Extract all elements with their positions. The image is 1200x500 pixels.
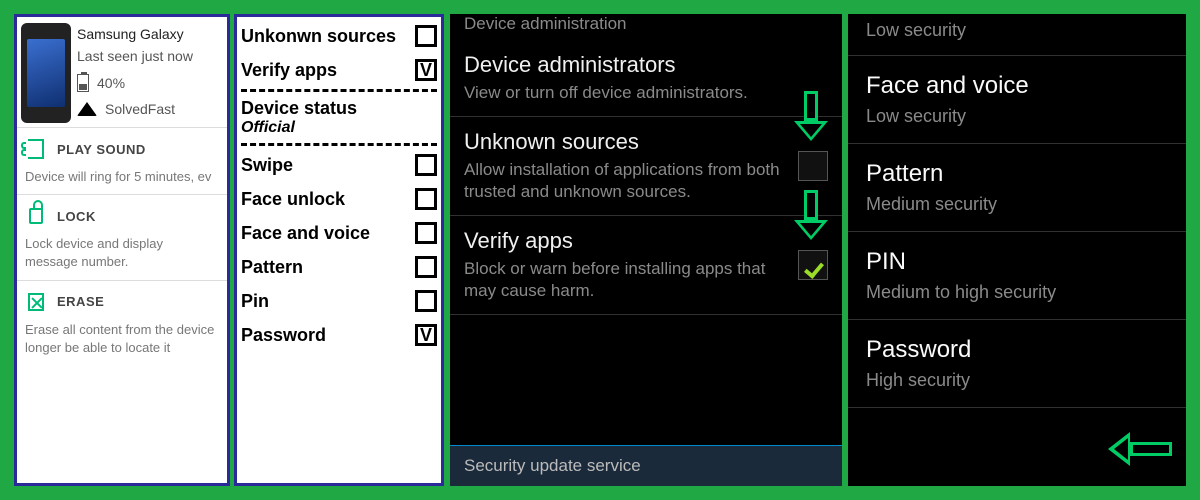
- option-row[interactable]: Swipe: [241, 148, 437, 182]
- wifi-icon: [77, 102, 97, 116]
- checkbox[interactable]: [415, 222, 437, 244]
- device-name: Samsung Galaxy: [77, 23, 193, 45]
- checkbox[interactable]: V: [415, 59, 437, 81]
- settings-item-title: Device administrators: [464, 52, 828, 78]
- option-label: Face unlock: [241, 189, 345, 210]
- wifi-name: SolvedFast: [105, 98, 175, 120]
- security-update-header[interactable]: Security update service: [450, 445, 842, 486]
- security-settings-panel: Device administration Device administrat…: [448, 14, 844, 486]
- play-sound-title: PLAY SOUND: [57, 142, 146, 157]
- section-header-truncated: Device administration: [450, 14, 842, 40]
- checkbox[interactable]: [415, 188, 437, 210]
- settings-item[interactable]: Unknown sources Allow installation of app…: [450, 117, 842, 216]
- option-label: Password: [241, 325, 326, 346]
- lock-option-subtitle: Medium to high security: [866, 282, 1168, 303]
- play-sound-icon: [28, 139, 44, 159]
- checkbox[interactable]: V: [415, 324, 437, 346]
- play-sound-desc: Device will ring for 5 minutes, ev: [25, 168, 219, 186]
- option-row[interactable]: Verify apps V: [241, 53, 437, 87]
- option-row[interactable]: Unkonwn sources: [241, 19, 437, 53]
- lock-option-subtitle: High security: [866, 370, 1168, 391]
- lock-option[interactable]: Low security: [848, 20, 1186, 56]
- lock-option-title: Pattern: [866, 160, 1168, 188]
- separator: [241, 89, 437, 92]
- erase-title: ERASE: [57, 294, 104, 309]
- lock-type-panel: Low security Face and voice Low security Pa…: [848, 14, 1186, 486]
- option-row[interactable]: Pattern: [241, 250, 437, 284]
- settings-item-subtitle: View or turn off device administrators.: [464, 82, 828, 104]
- wifi-row: SolvedFast: [77, 98, 193, 120]
- lock-option-subtitle: Low security: [866, 20, 1168, 41]
- option-row[interactable]: Face unlock: [241, 182, 437, 216]
- device-status-value: Official: [241, 119, 437, 137]
- checkbox[interactable]: [415, 256, 437, 278]
- lock-icon: [29, 208, 43, 224]
- option-label: Pattern: [241, 257, 303, 278]
- arrow-left-icon: [1108, 432, 1172, 466]
- lock-desc: Lock device and display message number.: [25, 235, 219, 271]
- settings-item-subtitle: Allow installation of applications from …: [464, 159, 786, 203]
- last-seen: Last seen just now: [77, 45, 193, 67]
- erase-action[interactable]: ERASE Erase all content from the device …: [17, 280, 227, 365]
- battery-row: 40%: [77, 72, 193, 94]
- device-info: Samsung Galaxy Last seen just now 40% So…: [77, 23, 193, 123]
- checkbox[interactable]: [415, 25, 437, 47]
- battery-percent: 40%: [97, 72, 125, 94]
- lock-option-title: Password: [866, 336, 1168, 364]
- settings-item-title: Verify apps: [464, 228, 786, 254]
- erase-icon: [28, 293, 44, 311]
- play-sound-action[interactable]: PLAY SOUND Device will ring for 5 minute…: [17, 127, 227, 194]
- device-header: Samsung Galaxy Last seen just now 40% So…: [17, 17, 227, 127]
- lock-option[interactable]: Face and voice Low security: [848, 56, 1186, 144]
- lock-title: LOCK: [57, 209, 96, 224]
- settings-item-title: Unknown sources: [464, 129, 786, 155]
- checkbox[interactable]: [798, 151, 828, 181]
- option-label: Verify apps: [241, 60, 337, 81]
- lock-option-subtitle: Low security: [866, 106, 1168, 127]
- lock-option-subtitle: Medium security: [866, 194, 1168, 215]
- options-list-panel: Unkonwn sources Verify apps V Device statu…: [234, 14, 444, 486]
- lock-option-title: PIN: [866, 248, 1168, 276]
- option-label: Pin: [241, 291, 269, 312]
- separator: [241, 143, 437, 146]
- settings-item[interactable]: Device administrators View or turn off de…: [450, 40, 842, 117]
- device-status-label: Device status: [241, 98, 437, 119]
- lock-action[interactable]: LOCK Lock device and display message num…: [17, 194, 227, 279]
- checkbox[interactable]: [415, 290, 437, 312]
- option-label: Unkonwn sources: [241, 26, 396, 47]
- option-row[interactable]: Face and voice: [241, 216, 437, 250]
- lock-option-title: Face and voice: [866, 72, 1168, 100]
- phone-thumbnail-icon: [21, 23, 71, 123]
- option-label: Swipe: [241, 155, 293, 176]
- settings-item-subtitle: Block or warn before installing apps tha…: [464, 258, 786, 302]
- option-label: Face and voice: [241, 223, 370, 244]
- erase-desc: Erase all content from the device longer…: [25, 321, 219, 357]
- lock-option[interactable]: Pattern Medium security: [848, 144, 1186, 232]
- checkbox[interactable]: [798, 250, 828, 280]
- find-device-panel: Samsung Galaxy Last seen just now 40% So…: [14, 14, 230, 486]
- lock-option[interactable]: PIN Medium to high security: [848, 232, 1186, 320]
- checkbox[interactable]: [415, 154, 437, 176]
- settings-item[interactable]: Verify apps Block or warn before installi…: [450, 216, 842, 315]
- battery-icon: [77, 74, 89, 92]
- option-row[interactable]: Password V: [241, 318, 437, 352]
- option-row[interactable]: Pin: [241, 284, 437, 318]
- lock-option[interactable]: Password High security: [848, 320, 1186, 408]
